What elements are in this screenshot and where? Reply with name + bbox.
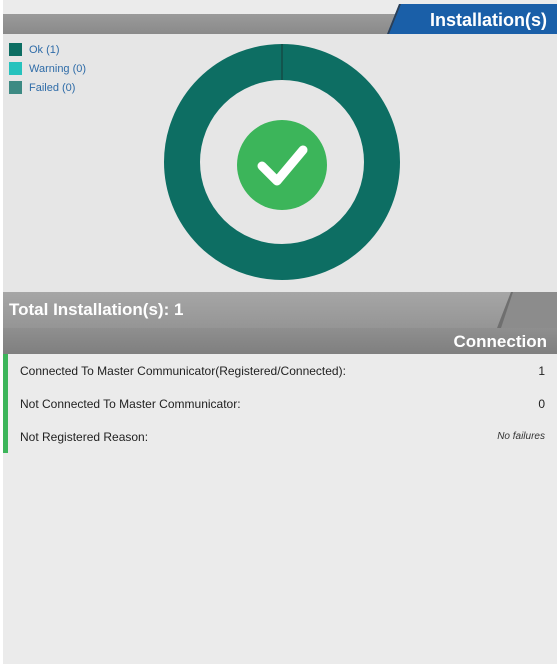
connection-title: Connection [453, 332, 548, 351]
connection-row-value: 0 [538, 396, 545, 411]
status-donut-chart[interactable] [161, 44, 405, 280]
connection-header: Connection [3, 328, 557, 354]
installations-chart-area: Ok (1) Warning (0) Failed (0) [3, 34, 557, 292]
connection-row-not-connected: Not Connected To Master Communicator: 0 [3, 387, 557, 420]
connection-row-connected: Connected To Master Communicator(Registe… [3, 354, 557, 387]
panel-title: Installation(s) [429, 10, 547, 30]
connection-row-value: 1 [538, 363, 545, 378]
chart-legend: Ok (1) Warning (0) Failed (0) [9, 40, 86, 97]
legend-label-ok: Ok (1) [29, 43, 60, 56]
connection-row-label: Not Registered Reason: [20, 429, 149, 444]
legend-label-failed: Failed (0) [29, 81, 76, 94]
installations-header: Installation(s) [3, 0, 557, 34]
failed-swatch-icon [9, 81, 22, 94]
connection-row-label: Not Connected To Master Communicator: [20, 396, 241, 411]
legend-label-warning: Warning (0) [29, 62, 87, 75]
legend-item-warning[interactable]: Warning (0) [9, 59, 86, 78]
total-installations-label: Total Installation(s): 1 [9, 300, 184, 319]
legend-item-ok[interactable]: Ok (1) [9, 40, 86, 59]
connection-row-value: No failures [497, 431, 545, 442]
warning-swatch-icon [9, 62, 22, 75]
ok-swatch-icon [9, 43, 22, 56]
total-installations-bar: Total Installation(s): 1 [3, 292, 557, 328]
connection-row-label: Connected To Master Communicator(Registe… [20, 363, 346, 378]
legend-item-failed[interactable]: Failed (0) [9, 78, 86, 97]
connection-list: Connected To Master Communicator(Registe… [3, 354, 557, 453]
checkmark-circle-icon [237, 120, 327, 210]
connection-row-not-registered: Not Registered Reason: No failures [3, 420, 557, 453]
